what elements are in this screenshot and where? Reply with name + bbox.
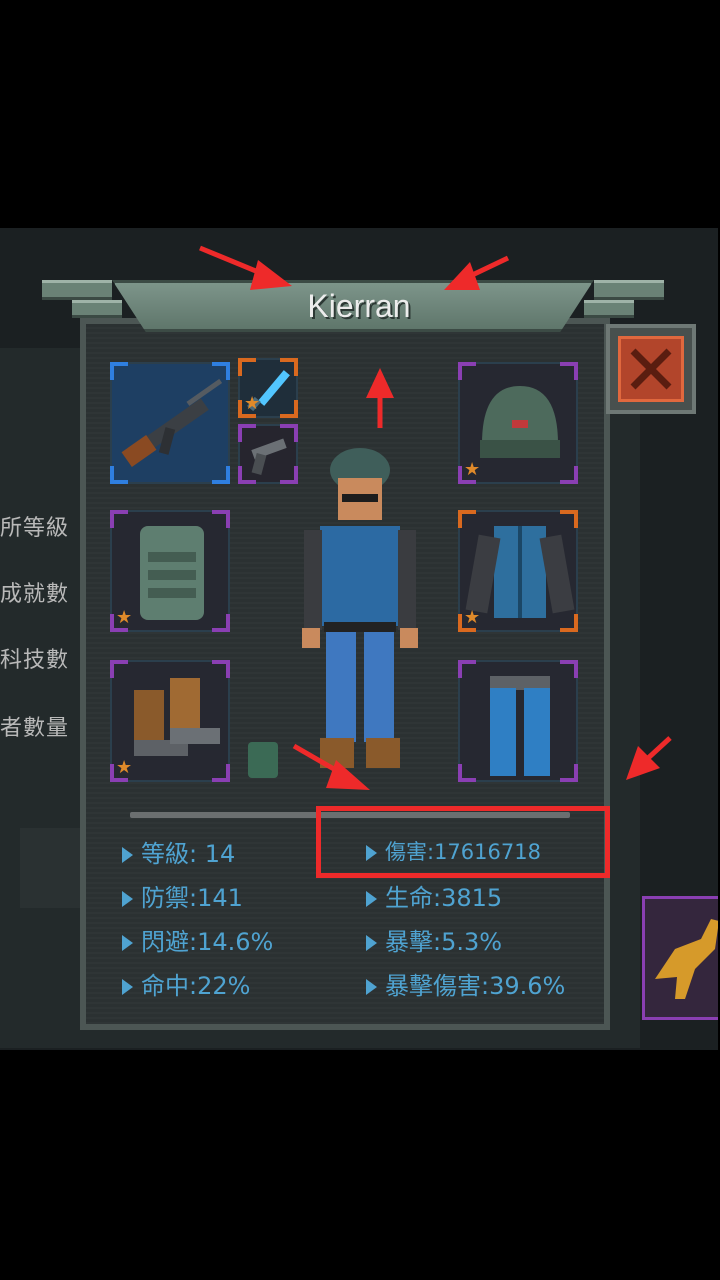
annotation-arrows [199, 245, 672, 790]
game-screen: 所等級 成就數 科技數 者數量 Kierran ★ ★ ★ ★ ★ 等級: 14… [0, 228, 718, 1050]
